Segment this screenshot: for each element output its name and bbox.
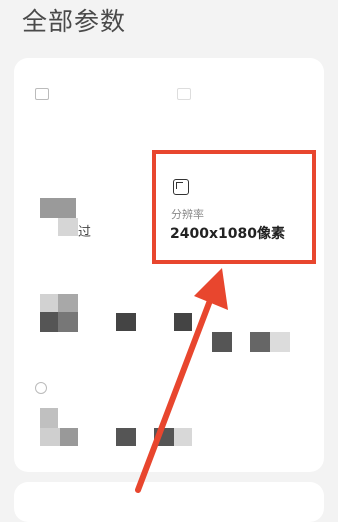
annotation-arrow	[135, 268, 228, 493]
